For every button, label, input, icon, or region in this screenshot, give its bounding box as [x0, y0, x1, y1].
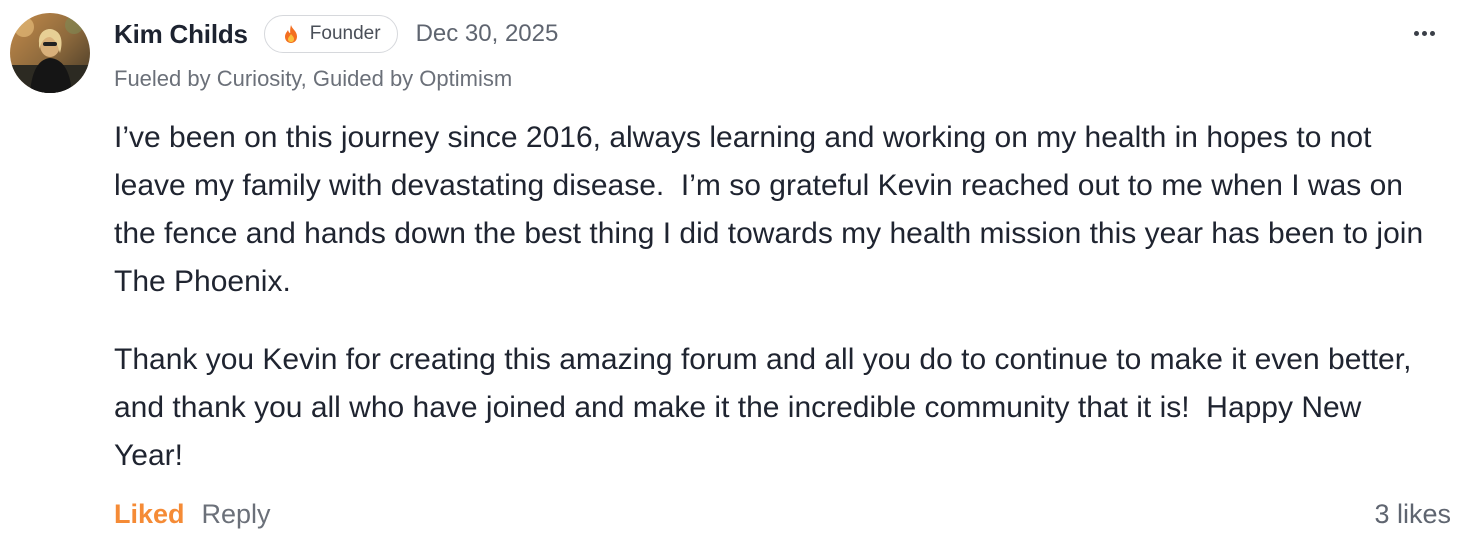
post-paragraph: I’ve been on this journey since 2016, al…: [114, 121, 1431, 298]
post-paragraph: Thank you Kevin for creating this amazin…: [114, 343, 1420, 472]
post-header: Kim Childs Founder Dec 30, 2025: [114, 14, 558, 54]
like-button[interactable]: Liked: [114, 499, 185, 530]
author-tagline: Fueled by Curiosity, Guided by Optimism: [114, 66, 513, 91]
flame-icon: [283, 24, 299, 44]
author-name[interactable]: Kim Childs: [114, 19, 248, 50]
reply-button[interactable]: Reply: [202, 499, 271, 530]
badge-label: Founder: [309, 23, 381, 44]
post-body: I’ve been on this journey since 2016, al…: [114, 114, 1424, 480]
more-horizontal-icon[interactable]: [1409, 18, 1439, 48]
avatar[interactable]: [10, 13, 90, 93]
likes-count[interactable]: 3 likes: [1374, 499, 1451, 530]
post-actions: Liked Reply: [114, 499, 271, 530]
avatar-photo: [10, 13, 90, 93]
post-date[interactable]: Dec 30, 2025: [416, 20, 559, 48]
role-badge: Founder: [263, 15, 398, 53]
